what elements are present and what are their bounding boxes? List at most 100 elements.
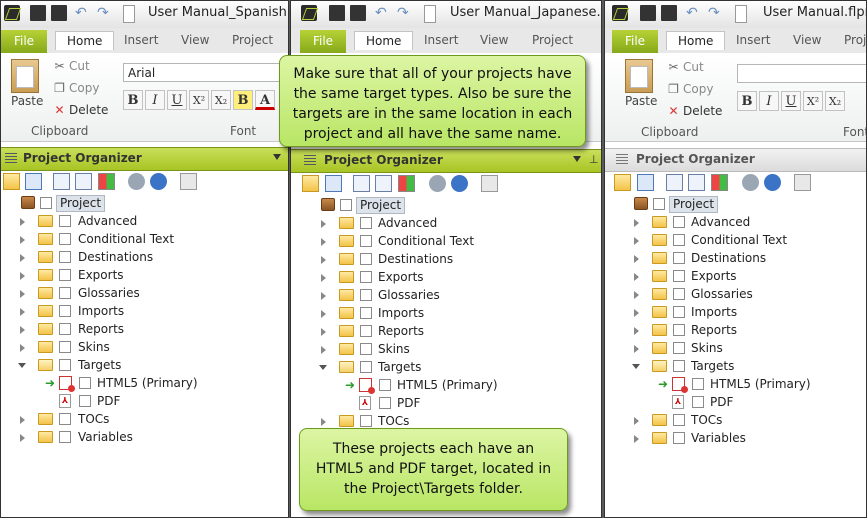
font-name-field[interactable]: Arial (123, 63, 288, 82)
new-item-icon[interactable] (666, 174, 683, 191)
highlight-button[interactable]: B (233, 90, 253, 110)
checkbox[interactable] (59, 431, 71, 443)
checkbox[interactable] (653, 198, 665, 210)
gear-icon[interactable] (742, 174, 759, 191)
tree-item-imports[interactable]: Imports (291, 305, 591, 323)
tree-item-advanced[interactable]: Advanced (605, 214, 860, 232)
tab-view[interactable]: View (793, 33, 821, 47)
tree-item-targets[interactable]: Targets (291, 359, 591, 377)
checkbox[interactable] (360, 361, 372, 373)
checkbox[interactable] (673, 216, 685, 228)
expand-arrow-icon[interactable] (321, 238, 326, 246)
copy-button[interactable]: ❐ Copy (53, 81, 99, 95)
tree-item-destinations[interactable]: Destinations (1, 249, 281, 267)
redo-icon[interactable]: ↷ (97, 5, 113, 21)
tree-item-glossaries[interactable]: Glossaries (1, 285, 281, 303)
window-icon[interactable] (25, 173, 42, 190)
document-icon[interactable] (123, 5, 135, 23)
tree-item-targets[interactable]: Targets (605, 358, 860, 376)
checkbox[interactable] (59, 359, 71, 371)
expand-arrow-icon[interactable] (20, 290, 25, 298)
expand-arrow-icon[interactable] (20, 218, 25, 226)
document-icon[interactable] (735, 5, 747, 23)
expand-arrow-icon[interactable] (634, 435, 639, 443)
checkbox[interactable] (40, 197, 52, 209)
tree-item-html5-target[interactable]: ➜ HTML5 (Primary) (291, 377, 591, 395)
properties-icon[interactable] (180, 173, 197, 190)
save-all-icon[interactable] (350, 5, 366, 21)
checkbox[interactable] (59, 269, 71, 281)
expand-arrow-icon[interactable] (20, 326, 25, 334)
expand-arrow-icon[interactable] (20, 272, 25, 280)
drag-grip-icon[interactable] (5, 153, 17, 164)
checkbox[interactable] (59, 287, 71, 299)
checkbox[interactable] (79, 395, 91, 407)
file-tab[interactable]: File (300, 30, 346, 53)
tree-item-variables[interactable]: Variables (1, 429, 281, 447)
checkbox[interactable] (379, 397, 391, 409)
checkbox[interactable] (360, 235, 372, 247)
superscript-button[interactable]: X² (189, 90, 209, 110)
checkbox[interactable] (59, 341, 71, 353)
expand-arrow-icon[interactable] (20, 236, 25, 244)
checkbox[interactable] (59, 233, 71, 245)
bold-button[interactable]: B (123, 90, 143, 110)
paste-icon[interactable] (11, 59, 39, 93)
save-all-icon[interactable] (51, 5, 67, 21)
tree-root[interactable]: Project (605, 196, 860, 214)
tree-item-tocs[interactable]: TOCs (1, 411, 281, 429)
checkbox[interactable] (379, 379, 391, 391)
tree-item-skins[interactable]: Skins (605, 340, 860, 358)
window-icon[interactable] (325, 175, 342, 192)
checkbox[interactable] (673, 270, 685, 282)
checkbox[interactable] (59, 305, 71, 317)
tab-view[interactable]: View (480, 33, 508, 47)
expand-arrow-icon[interactable] (321, 256, 326, 264)
tree-item-skins[interactable]: Skins (1, 339, 281, 357)
checkbox[interactable] (360, 343, 372, 355)
tree-item-imports[interactable]: Imports (605, 304, 860, 322)
paste-icon[interactable] (625, 59, 653, 93)
checkbox[interactable] (59, 413, 71, 425)
checkbox[interactable] (673, 414, 685, 426)
tree-item-pdf-target[interactable]: ⅄ PDF (291, 395, 591, 413)
tree-item-reports[interactable]: Reports (605, 322, 860, 340)
tree-item-advanced[interactable]: Advanced (1, 213, 281, 231)
checkbox[interactable] (673, 288, 685, 300)
cut-button[interactable]: ✂ Cut (53, 59, 89, 73)
checkbox[interactable] (673, 432, 685, 444)
pin-icon[interactable]: ⊥ (589, 153, 599, 166)
checkbox[interactable] (360, 271, 372, 283)
italic-button[interactable]: I (145, 90, 165, 110)
expand-arrow-icon[interactable] (634, 255, 639, 263)
open-folder-icon[interactable] (302, 175, 319, 192)
save-icon[interactable] (640, 5, 656, 21)
expand-arrow-icon[interactable] (20, 416, 25, 424)
expand-arrow-icon[interactable] (634, 309, 639, 317)
delete-button[interactable]: ✕ Delete (667, 104, 722, 118)
new-item-icon[interactable] (353, 175, 370, 192)
undo-icon[interactable]: ↶ (686, 5, 702, 21)
expand-arrow-icon[interactable] (321, 220, 326, 228)
checkbox[interactable] (360, 289, 372, 301)
tab-home[interactable]: Home (666, 31, 726, 50)
subscript-button[interactable]: X₂ (825, 91, 845, 111)
tab-view[interactable]: View (181, 33, 209, 47)
expand-arrow-icon[interactable] (20, 434, 25, 442)
subscript-button[interactable]: X₂ (211, 90, 231, 110)
undo-icon[interactable]: ↶ (75, 5, 91, 21)
tree-root[interactable]: Project (291, 197, 591, 215)
document-icon[interactable] (424, 5, 436, 23)
tree-item-conditional-text[interactable]: Conditional Text (1, 231, 281, 249)
expand-arrow-icon[interactable] (321, 274, 326, 282)
window-icon[interactable] (637, 174, 654, 191)
expand-arrow-icon[interactable] (321, 310, 326, 318)
font-name-field[interactable] (737, 64, 866, 83)
cut-button[interactable]: ✂ Cut (667, 60, 703, 74)
expand-arrow-icon[interactable] (20, 254, 25, 262)
tree-item-skins[interactable]: Skins (291, 341, 591, 359)
tree-item-html5-target[interactable]: ➜ HTML5 (Primary) (605, 376, 860, 394)
gear-icon[interactable] (429, 175, 446, 192)
tree-item-variables[interactable]: Variables (605, 430, 860, 448)
grid-view-icon[interactable] (711, 174, 728, 191)
